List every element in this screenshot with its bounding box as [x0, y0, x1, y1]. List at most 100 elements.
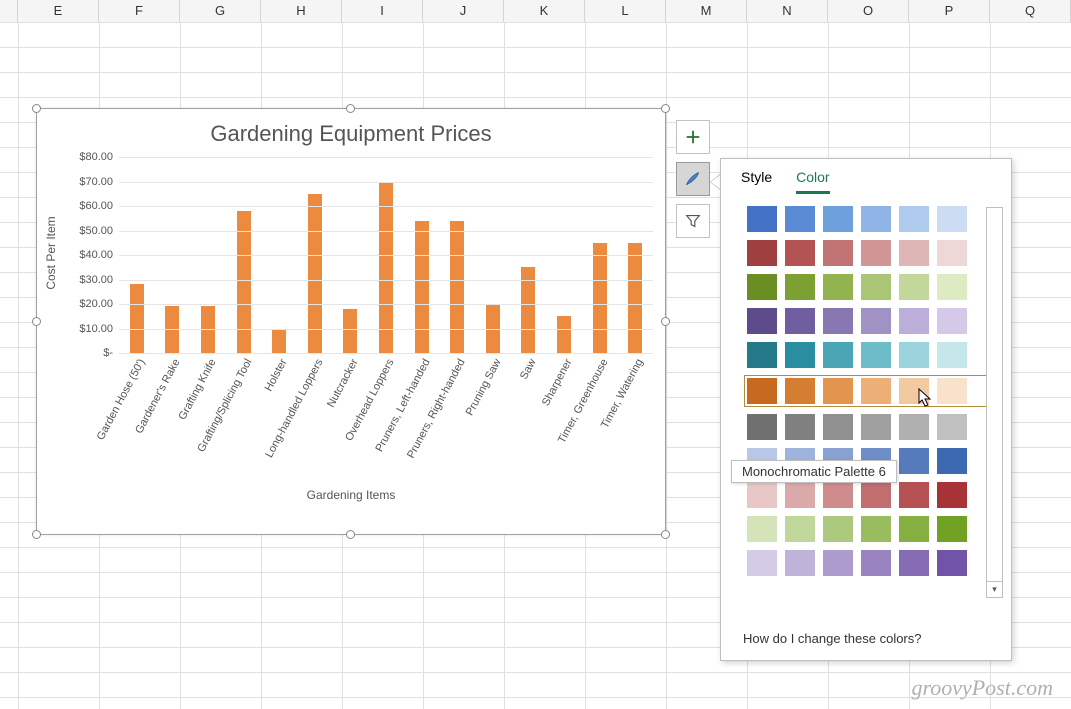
color-swatch[interactable] — [785, 274, 815, 300]
color-swatch[interactable] — [937, 414, 967, 440]
resize-handle[interactable] — [661, 104, 670, 113]
embedded-chart[interactable]: Gardening Equipment Prices Cost Per Item… — [36, 108, 666, 535]
color-swatch[interactable] — [823, 482, 853, 508]
bar[interactable] — [557, 316, 571, 353]
column-header[interactable]: I — [342, 0, 423, 22]
palette-row[interactable] — [745, 376, 995, 406]
color-swatch[interactable] — [861, 274, 891, 300]
column-header[interactable]: J — [423, 0, 504, 22]
color-swatch[interactable] — [785, 482, 815, 508]
column-header[interactable]: H — [261, 0, 342, 22]
color-swatch[interactable] — [747, 482, 777, 508]
palette-row[interactable] — [747, 240, 995, 266]
color-swatch[interactable] — [937, 274, 967, 300]
color-swatch[interactable] — [899, 414, 929, 440]
chart-filters-button[interactable] — [676, 204, 710, 238]
color-swatch[interactable] — [899, 482, 929, 508]
color-swatch[interactable] — [861, 516, 891, 542]
column-header[interactable]: N — [747, 0, 828, 22]
color-swatch[interactable] — [785, 550, 815, 576]
resize-handle[interactable] — [346, 530, 355, 539]
palette-row[interactable] — [747, 274, 995, 300]
tab-style[interactable]: Style — [741, 169, 772, 194]
resize-handle[interactable] — [661, 530, 670, 539]
plot-area[interactable] — [119, 157, 653, 353]
color-swatch[interactable] — [747, 550, 777, 576]
x-axis-title[interactable]: Gardening Items — [37, 488, 665, 512]
bar[interactable] — [593, 243, 607, 353]
color-swatch[interactable] — [861, 240, 891, 266]
color-swatch[interactable] — [747, 308, 777, 334]
bar[interactable] — [237, 211, 251, 353]
color-swatch[interactable] — [747, 206, 777, 232]
color-swatch[interactable] — [861, 378, 891, 404]
color-swatch[interactable] — [785, 342, 815, 368]
color-palette-list[interactable]: Monochromatic Palette 6 — [721, 200, 1011, 606]
column-header[interactable]: O — [828, 0, 909, 22]
color-swatch[interactable] — [785, 414, 815, 440]
color-swatch[interactable] — [823, 378, 853, 404]
color-swatch[interactable] — [785, 308, 815, 334]
color-swatch[interactable] — [937, 206, 967, 232]
color-swatch[interactable] — [899, 378, 929, 404]
resize-handle[interactable] — [32, 530, 41, 539]
resize-handle[interactable] — [32, 104, 41, 113]
color-swatch[interactable] — [785, 516, 815, 542]
palette-row[interactable] — [747, 516, 995, 542]
color-swatch[interactable] — [823, 550, 853, 576]
column-header[interactable]: P — [909, 0, 990, 22]
color-swatch[interactable] — [747, 414, 777, 440]
color-swatch[interactable] — [937, 550, 967, 576]
palette-row[interactable] — [747, 342, 995, 368]
column-header[interactable]: F — [99, 0, 180, 22]
column-header[interactable]: K — [504, 0, 585, 22]
color-swatch[interactable] — [899, 240, 929, 266]
spreadsheet-area[interactable]: EFGHIJKLMNOPQ Gardening Equipment Prices… — [0, 0, 1071, 709]
bar[interactable] — [201, 306, 215, 353]
color-swatch[interactable] — [823, 308, 853, 334]
y-axis-title[interactable]: Cost Per Item — [44, 216, 58, 289]
color-swatch[interactable] — [823, 516, 853, 542]
color-swatch[interactable] — [747, 342, 777, 368]
bar[interactable] — [343, 309, 357, 353]
color-swatch[interactable] — [823, 206, 853, 232]
palette-row[interactable] — [747, 550, 995, 576]
color-swatch[interactable] — [899, 448, 929, 474]
scrollbar-rail[interactable] — [986, 207, 1003, 598]
color-swatch[interactable] — [899, 516, 929, 542]
bar[interactable] — [130, 284, 144, 353]
bar[interactable] — [272, 329, 286, 354]
color-swatch[interactable] — [823, 240, 853, 266]
chart-elements-button[interactable] — [676, 120, 710, 154]
color-swatch[interactable] — [937, 516, 967, 542]
palette-row[interactable] — [747, 308, 995, 334]
color-swatch[interactable] — [785, 206, 815, 232]
column-header[interactable]: G — [180, 0, 261, 22]
color-swatch[interactable] — [785, 240, 815, 266]
color-swatch[interactable] — [823, 414, 853, 440]
color-swatch[interactable] — [747, 516, 777, 542]
color-swatch[interactable] — [861, 342, 891, 368]
color-swatch[interactable] — [937, 308, 967, 334]
column-header[interactable]: M — [666, 0, 747, 22]
scroll-down-button[interactable]: ▾ — [986, 581, 1003, 598]
bar[interactable] — [628, 243, 642, 353]
color-swatch[interactable] — [747, 378, 777, 404]
color-swatch[interactable] — [899, 308, 929, 334]
color-swatch[interactable] — [937, 240, 967, 266]
color-swatch[interactable] — [747, 240, 777, 266]
bar[interactable] — [379, 182, 393, 354]
column-header[interactable]: L — [585, 0, 666, 22]
resize-handle[interactable] — [346, 104, 355, 113]
column-header[interactable]: Q — [990, 0, 1071, 22]
column-header[interactable] — [0, 0, 18, 22]
color-swatch[interactable] — [937, 378, 967, 404]
color-swatch[interactable] — [861, 308, 891, 334]
chart-title[interactable]: Gardening Equipment Prices — [37, 109, 665, 153]
color-swatch[interactable] — [823, 342, 853, 368]
tab-color[interactable]: Color — [796, 169, 829, 194]
palette-row[interactable] — [747, 206, 995, 232]
palette-row[interactable] — [747, 482, 995, 508]
color-swatch[interactable] — [899, 550, 929, 576]
color-swatch[interactable] — [937, 482, 967, 508]
